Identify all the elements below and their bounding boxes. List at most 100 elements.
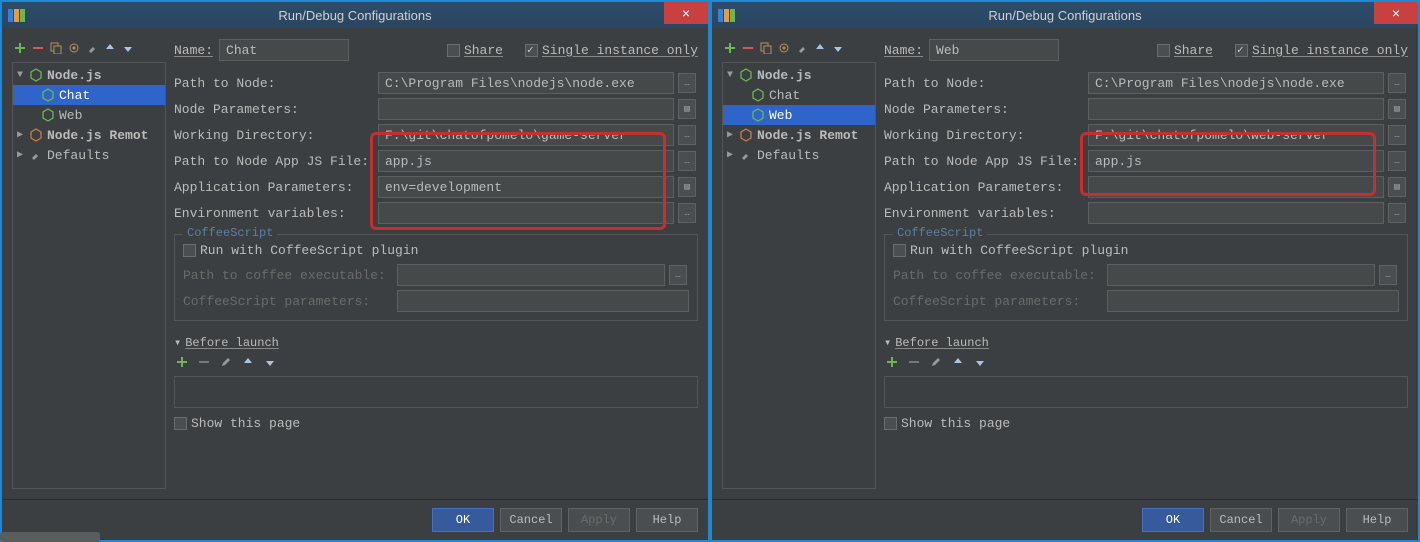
before-launch-list[interactable] — [884, 376, 1408, 408]
env-vars-input[interactable] — [378, 202, 674, 224]
before-launch-toggle[interactable]: ▾ Before launch — [174, 335, 698, 350]
tree-node-remote[interactable]: ▶ Node.js Remot — [723, 125, 875, 145]
browse-button[interactable]: … — [1388, 73, 1406, 93]
browse-button[interactable]: … — [1379, 265, 1397, 285]
app-js-input[interactable] — [1088, 150, 1384, 172]
copy-icon[interactable] — [48, 40, 64, 56]
app-params-input[interactable] — [1088, 176, 1384, 198]
expand-arrow-icon[interactable]: ▶ — [727, 129, 739, 141]
tree-node-defaults[interactable]: ▶ Defaults — [723, 145, 875, 165]
config-tree[interactable]: ▼ Node.js Chat Web ▶ — [12, 62, 166, 489]
browse-button[interactable]: … — [1388, 125, 1406, 145]
tree-item[interactable]: Web — [13, 105, 165, 125]
tree-item[interactable]: Web — [723, 105, 875, 125]
node-params-input[interactable] — [1088, 98, 1384, 120]
close-button[interactable]: × — [1374, 2, 1418, 24]
expand-arrow-icon[interactable]: ▼ — [727, 70, 739, 81]
cancel-button[interactable]: Cancel — [1210, 508, 1272, 532]
show-page-checkbox[interactable]: Show this page — [884, 416, 1408, 431]
browse-button[interactable]: … — [678, 73, 696, 93]
remove-icon[interactable] — [30, 40, 46, 56]
working-dir-input[interactable] — [378, 124, 674, 146]
tree-node-remote[interactable]: ▶ Node.js Remot — [13, 125, 165, 145]
path-to-node-label: Path to Node: — [174, 74, 374, 93]
single-instance-checkbox[interactable]: Single instance only — [525, 43, 698, 58]
expand-arrow-icon[interactable]: ▶ — [17, 149, 29, 161]
remove-icon[interactable] — [740, 40, 756, 56]
titlebar[interactable]: Run/Debug Configurations × — [712, 2, 1418, 28]
browse-button[interactable]: … — [1388, 151, 1406, 171]
config-toolbar — [722, 38, 876, 62]
expand-arrow-icon[interactable]: ▶ — [727, 149, 739, 161]
apply-button[interactable]: Apply — [1278, 508, 1340, 532]
settings-icon[interactable] — [66, 40, 82, 56]
move-up-icon[interactable] — [812, 40, 828, 56]
browse-button[interactable]: … — [678, 203, 696, 223]
browse-button[interactable]: … — [678, 151, 696, 171]
settings-icon[interactable] — [776, 40, 792, 56]
move-up-icon[interactable] — [950, 354, 966, 370]
tree-item[interactable]: Chat — [723, 85, 875, 105]
help-button[interactable]: Help — [1346, 508, 1408, 532]
help-button[interactable]: Help — [636, 508, 698, 532]
show-page-checkbox[interactable]: Show this page — [174, 416, 698, 431]
env-vars-input[interactable] — [1088, 202, 1384, 224]
edit-icon[interactable] — [928, 354, 944, 370]
apply-button[interactable]: Apply — [568, 508, 630, 532]
copy-icon[interactable] — [758, 40, 774, 56]
tree-item-label: Web — [767, 108, 792, 123]
wrench-icon[interactable] — [794, 40, 810, 56]
tree-label: Node.js Remot — [45, 128, 148, 143]
cancel-button[interactable]: Cancel — [500, 508, 562, 532]
share-checkbox[interactable]: Share — [447, 43, 503, 58]
ok-button[interactable]: OK — [1142, 508, 1204, 532]
tree-node-nodejs[interactable]: ▼ Node.js — [723, 65, 875, 85]
add-icon[interactable] — [174, 354, 190, 370]
browse-button[interactable]: … — [669, 265, 687, 285]
remove-icon[interactable] — [196, 354, 212, 370]
app-params-input[interactable] — [378, 176, 674, 198]
remove-icon[interactable] — [906, 354, 922, 370]
name-input[interactable] — [929, 39, 1059, 61]
move-up-icon[interactable] — [240, 354, 256, 370]
coffee-params-input — [1107, 290, 1399, 312]
add-icon[interactable] — [884, 354, 900, 370]
share-checkbox[interactable]: Share — [1157, 43, 1213, 58]
browse-button[interactable]: … — [1388, 203, 1406, 223]
browse-button[interactable]: … — [678, 125, 696, 145]
tree-node-nodejs[interactable]: ▼ Node.js — [13, 65, 165, 85]
expand-button[interactable]: ▤ — [678, 177, 696, 197]
edit-icon[interactable] — [218, 354, 234, 370]
working-dir-input[interactable] — [1088, 124, 1384, 146]
move-up-icon[interactable] — [102, 40, 118, 56]
app-js-input[interactable] — [378, 150, 674, 172]
expand-button[interactable]: ▤ — [678, 99, 696, 119]
single-instance-checkbox[interactable]: Single instance only — [1235, 43, 1408, 58]
move-down-icon[interactable] — [120, 40, 136, 56]
move-down-icon[interactable] — [262, 354, 278, 370]
expand-arrow-icon[interactable]: ▼ — [17, 70, 29, 81]
name-input[interactable] — [219, 39, 349, 61]
tree-node-defaults[interactable]: ▶ Defaults — [13, 145, 165, 165]
close-button[interactable]: × — [664, 2, 708, 24]
before-launch-list[interactable] — [174, 376, 698, 408]
before-launch-toggle[interactable]: ▾ Before launch — [884, 335, 1408, 350]
add-icon[interactable] — [12, 40, 28, 56]
node-params-input[interactable] — [378, 98, 674, 120]
expand-button[interactable]: ▤ — [1388, 177, 1406, 197]
path-to-node-input[interactable] — [378, 72, 674, 94]
move-down-icon[interactable] — [830, 40, 846, 56]
tree-label: Defaults — [45, 148, 109, 163]
titlebar[interactable]: Run/Debug Configurations × — [2, 2, 708, 28]
tree-item[interactable]: Chat — [13, 85, 165, 105]
ok-button[interactable]: OK — [432, 508, 494, 532]
wrench-icon[interactable] — [84, 40, 100, 56]
add-icon[interactable] — [722, 40, 738, 56]
move-down-icon[interactable] — [972, 354, 988, 370]
expand-arrow-icon[interactable]: ▶ — [17, 129, 29, 141]
coffee-run-checkbox[interactable]: Run with CoffeeScript plugin — [183, 243, 689, 258]
path-to-node-input[interactable] — [1088, 72, 1384, 94]
config-tree[interactable]: ▼ Node.js Chat Web ▶ — [722, 62, 876, 489]
coffee-run-checkbox[interactable]: Run with CoffeeScript plugin — [893, 243, 1399, 258]
expand-button[interactable]: ▤ — [1388, 99, 1406, 119]
